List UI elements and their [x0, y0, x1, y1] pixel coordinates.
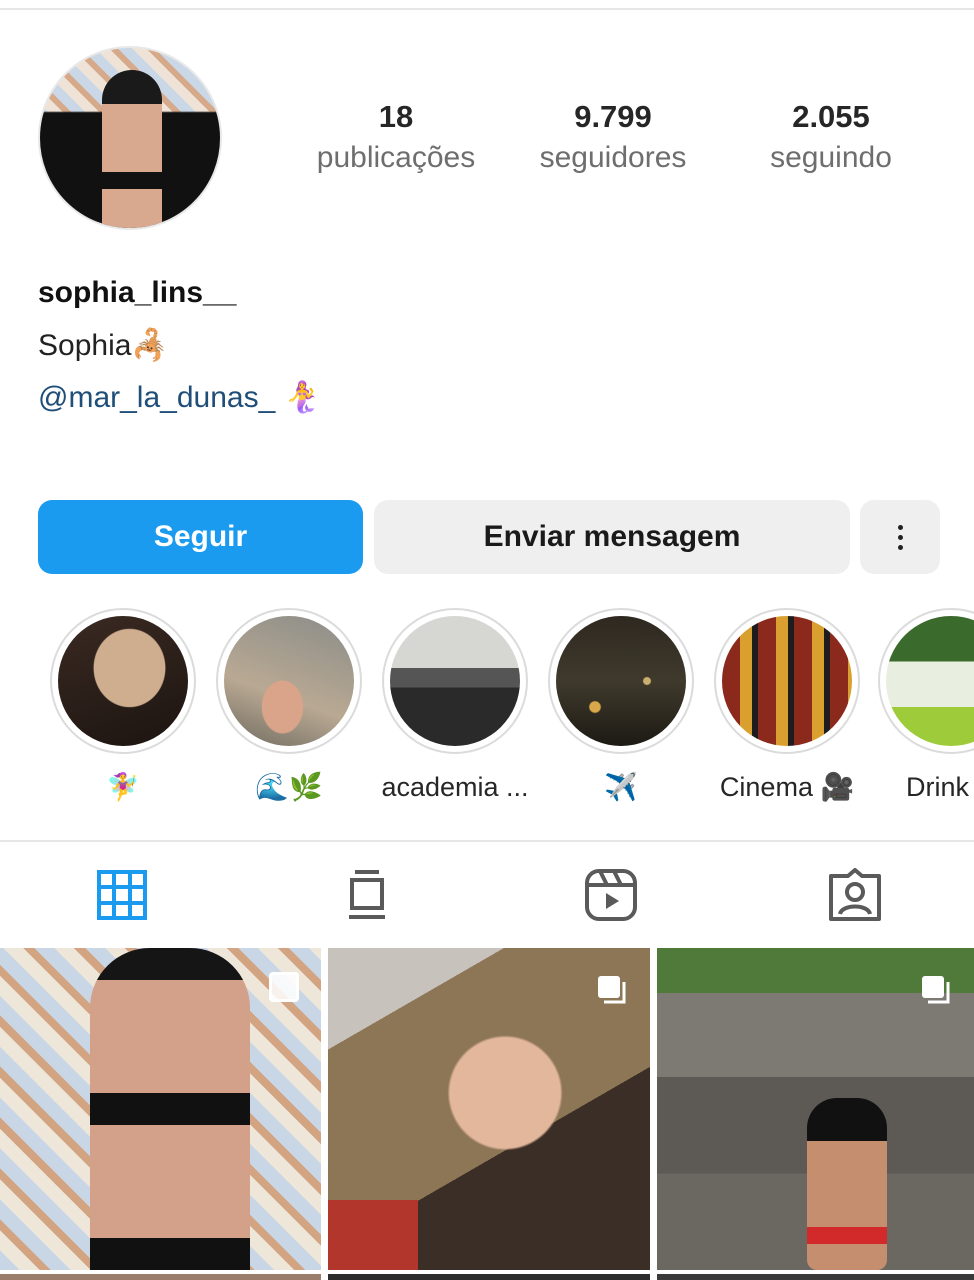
movie-posters-photo-icon: [722, 616, 852, 746]
more-options-button[interactable]: [860, 500, 940, 574]
stat-following-value: 2.055: [792, 99, 870, 134]
gym-photo-icon: [390, 616, 520, 746]
profile-avatar[interactable]: [38, 46, 222, 230]
more-dots-icon: [897, 524, 903, 550]
profile-mention-link[interactable]: @mar_la_dunas_ 🧜‍♀️: [38, 380, 321, 415]
stat-following-label: seguindo: [770, 141, 892, 174]
stat-followers-label: seguidores: [539, 141, 687, 174]
tab-posts[interactable]: [86, 862, 158, 928]
highlight-label: 🌊🌿: [255, 772, 323, 802]
send-message-button[interactable]: Enviar mensagem: [374, 500, 850, 574]
feed-icon: [349, 870, 385, 919]
tab-reels[interactable]: [575, 862, 647, 928]
highlight-label: Drink: [906, 772, 970, 802]
grid-post-partial[interactable]: [657, 1274, 974, 1280]
grid-post[interactable]: [657, 948, 974, 1270]
post-figure: [90, 948, 250, 1270]
crab-photo-icon: [224, 616, 354, 746]
reels-icon: [585, 869, 637, 921]
carousel-icon: [922, 976, 950, 1004]
highlight-label: 🧚‍♀️: [106, 772, 140, 802]
stat-followers[interactable]: 9.799 seguidores: [503, 98, 723, 180]
grid-post-partial[interactable]: [328, 1274, 650, 1280]
stat-posts-label: publicações: [316, 141, 476, 174]
drink-photo-icon: [886, 616, 974, 746]
posts-grid-icon: [97, 870, 147, 920]
grid-post-partial[interactable]: [0, 1274, 321, 1280]
profile-full-name: Sophia🦂: [38, 329, 169, 362]
highlight-item[interactable]: ✈️: [546, 608, 696, 804]
post-top-red: [328, 1200, 418, 1270]
top-divider: [0, 0, 974, 10]
stat-following[interactable]: 2.055 seguindo: [721, 98, 941, 180]
carousel-icon: [269, 972, 299, 1002]
grid-post[interactable]: [328, 948, 650, 1270]
highlight-label: academia ...: [381, 772, 529, 802]
stat-posts-value: 18: [378, 99, 414, 134]
stat-posts[interactable]: 18 publicações: [286, 98, 506, 180]
profile-username: sophia_lins__: [38, 276, 237, 309]
highlight-item[interactable]: academia ...: [380, 608, 530, 804]
avatar-figure: [102, 70, 162, 228]
highlight-label: ✈️: [604, 772, 638, 802]
night-city-photo-icon: [556, 616, 686, 746]
hat-photo-icon: [58, 616, 188, 746]
highlight-label: Cinema 🎥: [719, 772, 855, 802]
highlight-item[interactable]: 🌊🌿: [214, 608, 364, 804]
highlight-item[interactable]: Drink: [878, 608, 974, 804]
tabs-divider: [0, 840, 974, 842]
tab-tagged[interactable]: [819, 862, 891, 928]
tagged-icon: [829, 868, 881, 921]
stat-followers-value: 9.799: [574, 99, 652, 134]
grid-post[interactable]: [0, 948, 321, 1270]
carousel-icon: [598, 976, 626, 1004]
tab-feed[interactable]: [331, 862, 403, 928]
follow-button[interactable]: Seguir: [38, 500, 363, 574]
highlight-item[interactable]: 🧚‍♀️: [48, 608, 198, 804]
highlight-item[interactable]: Cinema 🎥: [712, 608, 862, 804]
post-figure: [807, 1098, 887, 1270]
